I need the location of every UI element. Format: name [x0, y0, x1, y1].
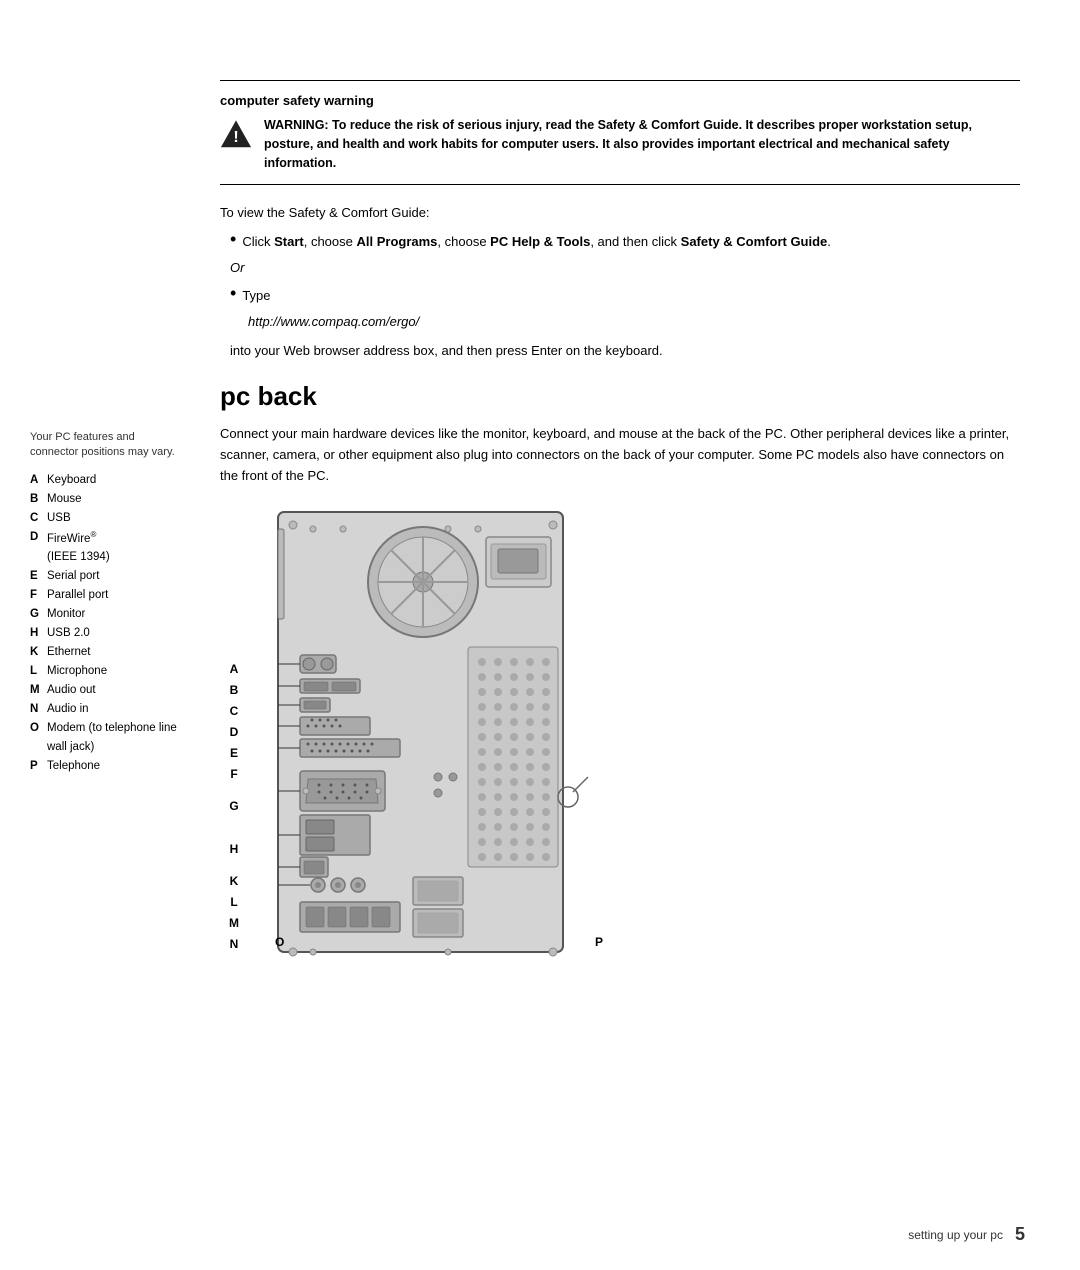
letter-k: K	[30, 643, 44, 662]
letter-f: F	[30, 586, 44, 605]
label-telephone: Telephone	[47, 757, 100, 776]
label-c-diagram: C	[230, 701, 239, 722]
label-firewire: FireWire®(IEEE 1394)	[47, 528, 110, 568]
letter-h: H	[30, 624, 44, 643]
label-usb: USB	[47, 509, 71, 528]
sidebar-item-c: C USB	[30, 509, 185, 528]
sidebar-item-p: P Telephone	[30, 757, 185, 776]
label-f-diagram: F	[230, 764, 237, 785]
letter-n: N	[30, 700, 44, 719]
letter-m: M	[30, 681, 44, 700]
label-ethernet: Ethernet	[47, 643, 90, 662]
label-b-diagram: B	[230, 680, 239, 701]
label-a-diagram: A	[230, 659, 239, 680]
label-mouse: Mouse	[47, 490, 82, 509]
pc-illustration: O P	[248, 507, 608, 967]
sidebar-item-f: F Parallel port	[30, 586, 185, 605]
pc-back-heading: pc back	[220, 381, 1020, 412]
label-p-position: P	[595, 935, 603, 949]
warning-section: computer safety warning ! WARNING: To re…	[220, 80, 1020, 185]
sidebar-items: A Keyboard B Mouse C USB D FireWire®(IEE…	[30, 471, 185, 776]
sidebar-item-m: M Audio out	[30, 681, 185, 700]
letter-a: A	[30, 471, 44, 490]
label-keyboard: Keyboard	[47, 471, 96, 490]
label-parallel: Parallel port	[47, 586, 108, 605]
label-audio-in: Audio in	[47, 700, 89, 719]
warning-text: WARNING: To reduce the risk of serious i…	[264, 116, 1020, 172]
label-microphone: Microphone	[47, 662, 107, 681]
sidebar-item-d: D FireWire®(IEEE 1394)	[30, 528, 185, 568]
safety-intro: To view the Safety & Comfort Guide:	[220, 203, 1020, 224]
label-serial: Serial port	[47, 567, 99, 586]
label-usb20: USB 2.0	[47, 624, 90, 643]
main-content: computer safety warning ! WARNING: To re…	[200, 40, 1080, 1230]
label-l-diagram: L	[230, 892, 237, 913]
label-g-diagram: G	[229, 785, 238, 827]
label-d-diagram: D	[230, 722, 239, 743]
label-audio-out: Audio out	[47, 681, 96, 700]
letter-l: L	[30, 662, 44, 681]
pc-back-desc: Connect your main hardware devices like …	[220, 424, 1020, 486]
letter-g: G	[30, 605, 44, 624]
label-monitor: Monitor	[47, 605, 85, 624]
url-text: http://www.compaq.com/ergo/	[248, 312, 1020, 333]
sidebar-item-e: E Serial port	[30, 567, 185, 586]
letter-d: D	[30, 528, 44, 568]
safety-section: To view the Safety & Comfort Guide: • Cl…	[220, 203, 1020, 361]
bullet-text-1: Click Start, choose All Programs, choose…	[242, 232, 831, 252]
svg-text:!: !	[233, 129, 238, 146]
label-n-diagram: N	[230, 934, 239, 955]
bullet-dot-1: •	[230, 230, 236, 248]
sidebar-item-l: L Microphone	[30, 662, 185, 681]
warning-title: computer safety warning	[220, 93, 1020, 108]
sidebar-item-n: N Audio in	[30, 700, 185, 719]
label-o-position: O	[275, 935, 284, 949]
warning-box: ! WARNING: To reduce the risk of serious…	[220, 116, 1020, 172]
letter-e: E	[30, 567, 44, 586]
sidebar-item-o: O Modem (to telephone line wall jack)	[30, 719, 185, 757]
page-container: Your PC features and connector positions…	[0, 0, 1080, 1270]
bullet-text-2: Type	[242, 286, 270, 306]
bullet-item-1: • Click Start, choose All Programs, choo…	[220, 232, 1020, 252]
diagram-left-labels: A B C D E F G H K L M N	[220, 507, 248, 955]
sidebar-item-a: A Keyboard	[30, 471, 185, 490]
warning-icon: !	[220, 118, 252, 150]
sidebar-item-h: H USB 2.0	[30, 624, 185, 643]
label-modem: Modem (to telephone line wall jack)	[47, 719, 185, 757]
or-line: Or	[230, 258, 1020, 279]
sidebar-item-g: G Monitor	[30, 605, 185, 624]
sidebar-item-b: B Mouse	[30, 490, 185, 509]
letter-b: B	[30, 490, 44, 509]
page-footer: setting up your pc 5	[908, 1224, 1025, 1245]
label-m-diagram: M	[229, 913, 239, 934]
footer-text: setting up your pc	[908, 1228, 1003, 1242]
sidebar-intro: Your PC features and connector positions…	[30, 430, 185, 461]
letter-o: O	[30, 719, 44, 757]
letter-c: C	[30, 509, 44, 528]
page-number: 5	[1015, 1224, 1025, 1245]
label-e-diagram: E	[230, 743, 238, 764]
label-k-diagram: K	[230, 871, 239, 892]
bullet-dot-2: •	[230, 284, 236, 302]
diagram-area: A B C D E F G H K L M N	[220, 507, 1020, 967]
bullet-item-2: • Type	[220, 286, 1020, 306]
sidebar: Your PC features and connector positions…	[0, 40, 200, 1230]
label-h-diagram: H	[230, 827, 239, 871]
letter-p: P	[30, 757, 44, 776]
into-text: into your Web browser address box, and t…	[230, 341, 1020, 362]
sidebar-item-k: K Ethernet	[30, 643, 185, 662]
